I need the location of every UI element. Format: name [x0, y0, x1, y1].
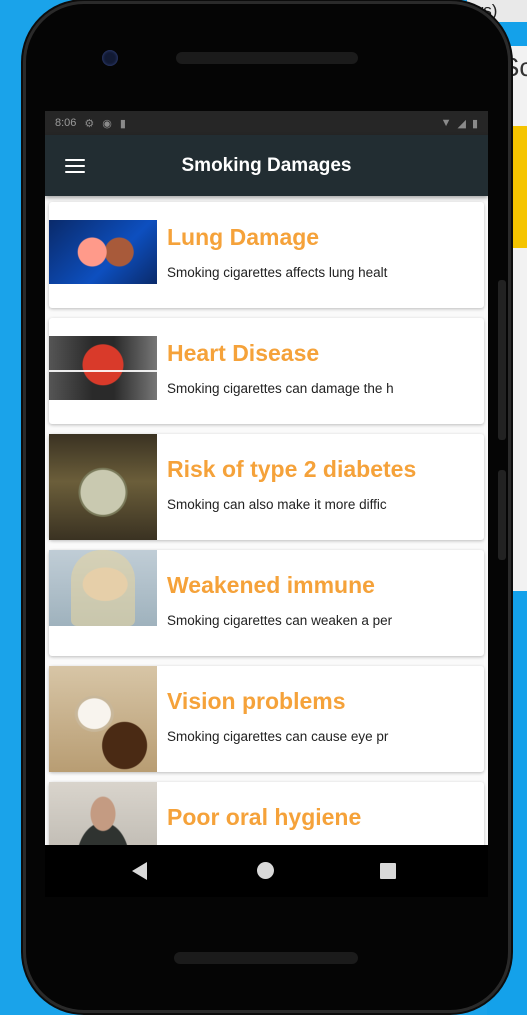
wifi-icon: ▼ [440, 117, 452, 129]
sd-card-icon: ▮ [119, 117, 126, 130]
heart-image [49, 318, 157, 424]
bottom-speaker [174, 952, 358, 964]
diabetes-image [49, 434, 157, 540]
hamburger-menu-icon[interactable] [65, 159, 85, 173]
front-camera [102, 50, 118, 66]
item-description: Smoking can also make it more diffic [167, 497, 387, 512]
list-item-lung-damage[interactable]: Lung Damage Smoking cigarettes affects l… [49, 202, 484, 308]
location-notification-icon: ◉ [102, 117, 112, 130]
item-title: Poor oral hygiene [167, 804, 362, 830]
item-title: Risk of type 2 diabetes [167, 456, 417, 482]
app-bar-title: Smoking Damages [181, 154, 352, 176]
power-button[interactable] [498, 470, 506, 560]
oral-image [49, 782, 157, 845]
item-description: Smoking cigarettes affects lung healt [167, 265, 388, 280]
recent-apps-icon[interactable] [380, 863, 396, 879]
navigation-bar [45, 845, 488, 897]
app-screen: 8:06 ⚙ ◉ ▮ ▼ ◢ ▮ Smoking Damages Lung Da… [45, 111, 488, 845]
battery-icon: ▮ [471, 117, 478, 130]
settings-notification-icon: ⚙ [84, 117, 95, 130]
immune-image [49, 550, 157, 656]
lung-image [49, 202, 157, 308]
status-bar: 8:06 ⚙ ◉ ▮ ▼ ◢ ▮ [45, 111, 488, 135]
damage-list: Lung Damage Smoking cigarettes affects l… [45, 196, 488, 845]
vision-image [49, 666, 157, 772]
item-title: Lung Damage [167, 224, 320, 250]
list-item-vision-problems[interactable]: Vision problems Smoking cigarettes can c… [49, 666, 484, 772]
home-icon[interactable] [257, 862, 274, 879]
item-description: Smoking cigarettes can weaken a per [167, 613, 393, 628]
item-title: Vision problems [167, 688, 346, 714]
signal-icon: ◢ [457, 117, 466, 130]
list-item-diabetes[interactable]: Risk of type 2 diabetes Smoking can also… [49, 434, 484, 540]
item-title: Weakened immune [167, 572, 375, 598]
app-bar: Smoking Damages [45, 135, 488, 196]
item-description: Smoking cigarettes can damage the h [167, 381, 394, 396]
item-description: Smoking cigarettes can cause eye pr [167, 729, 389, 744]
volume-button[interactable] [498, 280, 506, 440]
earpiece-speaker [176, 52, 358, 64]
status-time: 8:06 [55, 117, 77, 129]
item-title: Heart Disease [167, 340, 320, 366]
back-icon[interactable] [132, 862, 147, 880]
list-item-heart-disease[interactable]: Heart Disease Smoking cigarettes can dam… [49, 318, 484, 424]
list-item-weakened-immune[interactable]: Weakened immune Smoking cigarettes can w… [49, 550, 484, 656]
list-item-oral-hygiene[interactable]: Poor oral hygiene [49, 782, 484, 845]
